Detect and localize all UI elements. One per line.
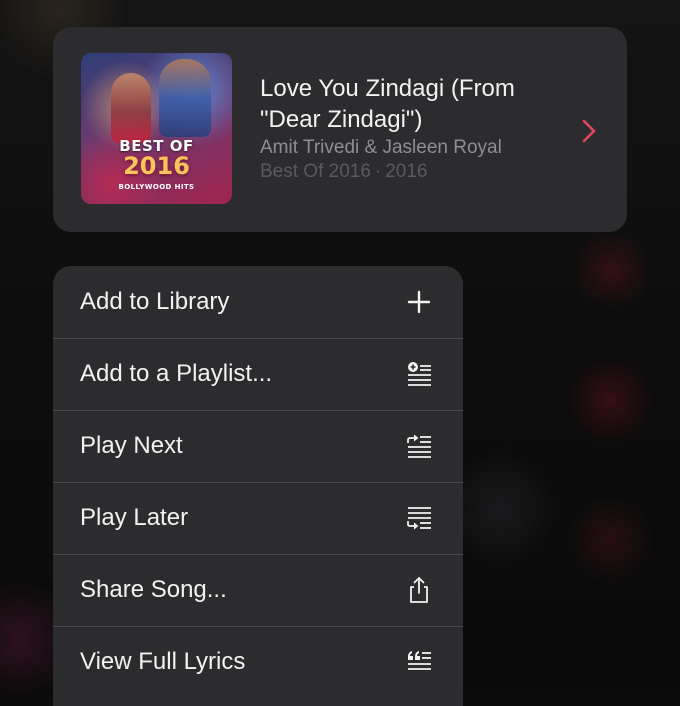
album-name: Best Of 2016 <box>260 161 371 182</box>
lyrics-icon <box>408 651 431 670</box>
chevron-right-icon[interactable] <box>577 116 601 146</box>
menu-item-add-to-playlist[interactable]: Add to a Playlist... <box>53 338 463 410</box>
menu-item-share-song[interactable]: Share Song... <box>53 554 463 626</box>
artwork-text-year: 2016 <box>123 152 190 180</box>
album-artwork: BEST OF 2016 BOLLYWOOD HITS <box>81 53 232 204</box>
play-later-icon <box>407 507 431 530</box>
menu-item-label: Add to Library <box>80 288 230 315</box>
artwork-text-subtitle: BOLLYWOOD HITS <box>118 183 195 191</box>
share-icon <box>410 577 428 603</box>
menu-item-label: View Full Lyrics <box>80 648 246 675</box>
song-album-line: Best Of 2016 · 2016 <box>260 160 428 184</box>
menu-item-add-to-library[interactable]: Add to Library <box>53 266 463 338</box>
artwork-figure-left <box>111 73 151 143</box>
add-to-playlist-icon <box>408 362 431 386</box>
menu-item-view-full-lyrics[interactable]: View Full Lyrics <box>53 626 463 698</box>
menu-item-play-later[interactable]: Play Later <box>53 482 463 554</box>
menu-item-play-next[interactable]: Play Next <box>53 410 463 482</box>
separator-dot: · <box>374 161 382 182</box>
play-next-icon <box>407 434 431 458</box>
menu-item-label: Play Next <box>80 432 183 459</box>
artwork-figure-right <box>159 59 211 137</box>
release-year: 2016 <box>385 161 428 182</box>
menu-item-label: Add to a Playlist... <box>80 360 273 387</box>
menu-item-label: Play Later <box>80 504 189 531</box>
plus-icon <box>407 290 431 314</box>
menu-item-label: Share Song... <box>80 576 227 603</box>
song-card[interactable]: BEST OF 2016 BOLLYWOOD HITS Love You Zin… <box>53 27 627 232</box>
song-artist: Amit Trivedi & Jasleen Royal <box>260 137 502 158</box>
song-action-menu: Add to Library Add to a Playlist... Play… <box>53 266 463 706</box>
song-title: Love You Zindagi (From "Dear Zindagi") <box>260 75 515 133</box>
